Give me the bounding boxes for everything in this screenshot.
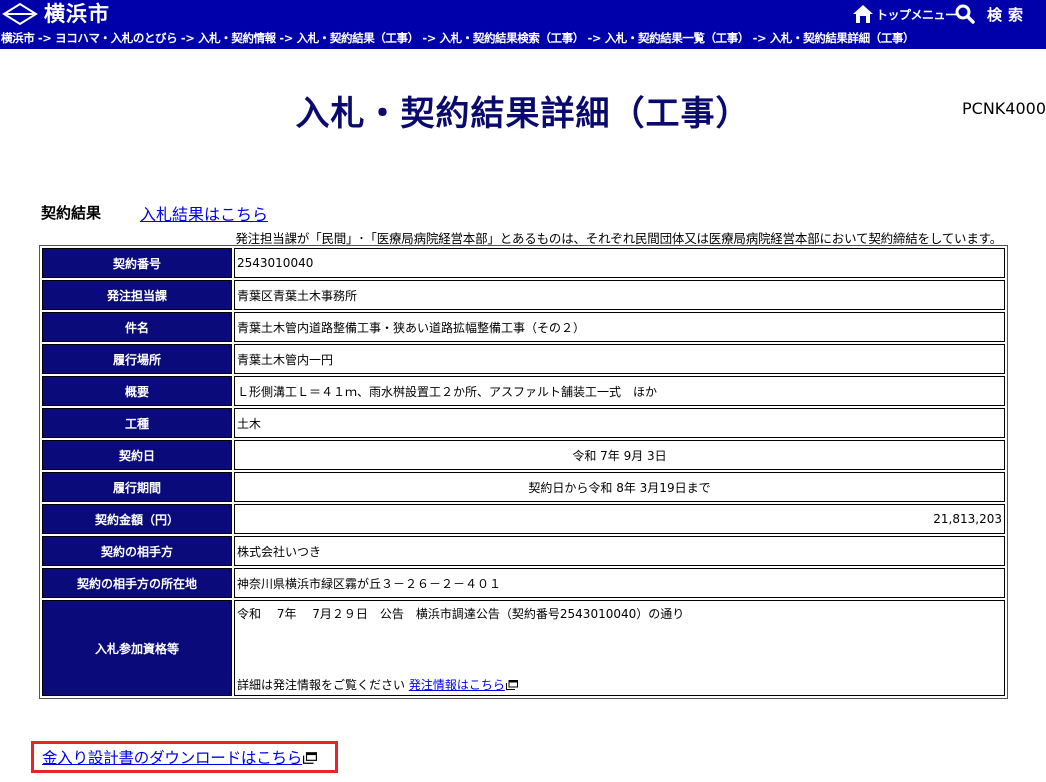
qualification-line: 令和 7年 7月２９日 公告 横浜市調達公告（契約番号2543010040）の通…	[237, 607, 685, 621]
row-label: 契約金額（円）	[42, 504, 232, 534]
breadcrumb-separator: ->	[34, 31, 56, 45]
download-highlight-box: 金入り設計書のダウンロードはこちら	[31, 741, 338, 773]
row-label: 契約番号	[42, 248, 232, 278]
section-heading: 契約結果	[41, 204, 102, 222]
breadcrumb-item-contract-info[interactable]: 入札・契約情報	[198, 31, 276, 45]
location-value: 青葉土木管内一円	[234, 344, 1005, 374]
table-row: 件名 青葉土木管内道路整備工事・狭あい道路拡幅整備工事（その２）	[42, 312, 1005, 342]
table-row: 履行期間 契約日から令和 8年 3月19日まで	[42, 472, 1005, 502]
breadcrumb-item-results[interactable]: 入札・契約結果（工事）	[297, 31, 420, 45]
bid-result-link[interactable]: 入札結果はこちら	[140, 201, 268, 225]
breadcrumb-item-tobira[interactable]: ヨコハマ・入札のとびら	[55, 31, 178, 45]
table-row: 入札参加資格等 令和 7年 7月２９日 公告 横浜市調達公告（契約番号25430…	[42, 600, 1005, 696]
breadcrumb-item-results-list[interactable]: 入札・契約結果一覧（工事）	[605, 31, 750, 45]
breadcrumb-separator: ->	[583, 31, 605, 45]
qualification-detail: 詳細は発注情報をご覧ください 発注情報はこちら	[237, 676, 518, 693]
table-row: 契約金額（円） 21,813,203	[42, 504, 1005, 534]
search-link[interactable]: 検索	[955, 0, 1029, 28]
row-label: 発注担当課	[42, 280, 232, 310]
contract-number-value: 2543010040	[234, 248, 1005, 278]
subject-value: 青葉土木管内道路整備工事・狭あい道路拡幅整備工事（その２）	[234, 312, 1005, 342]
ordering-department-value: 青葉区青葉土木事務所	[234, 280, 1005, 310]
row-label: 工種	[42, 408, 232, 438]
yokohama-logo-icon[interactable]	[2, 2, 38, 26]
breadcrumb-separator: ->	[418, 31, 440, 45]
row-label: 件名	[42, 312, 232, 342]
external-window-icon	[303, 752, 318, 764]
search-icon	[955, 4, 975, 24]
contract-amount-value: 21,813,203	[234, 504, 1005, 534]
contractor-value: 株式会社いつき	[234, 536, 1005, 566]
table-row: 履行場所 青葉土木管内一円	[42, 344, 1005, 374]
table-row: 契約番号 2543010040	[42, 248, 1005, 278]
row-label: 契約の相手方	[42, 536, 232, 566]
priced-design-download-link[interactable]: 金入り設計書のダウンロードはこちら	[42, 746, 318, 768]
home-icon	[853, 5, 873, 23]
download-link-label: 金入り設計書のダウンロードはこちら	[42, 749, 303, 767]
page-title: 入札・契約結果詳細（工事）	[295, 94, 751, 134]
work-type-value: 土木	[234, 408, 1005, 438]
table-row: 契約の相手方 株式会社いつき	[42, 536, 1005, 566]
qualification-value: 令和 7年 7月２９日 公告 横浜市調達公告（契約番号2543010040）の通…	[234, 600, 1005, 696]
top-header-bar: 横浜市 トップメニュー 検索	[0, 0, 1046, 28]
row-label: 入札参加資格等	[42, 600, 232, 696]
row-label: 履行場所	[42, 344, 232, 374]
top-menu-label: トップメニュー	[876, 7, 957, 22]
breadcrumb-separator: ->	[177, 31, 199, 45]
page-code: PCNK4000	[962, 99, 1046, 118]
table-row: 発注担当課 青葉区青葉土木事務所	[42, 280, 1005, 310]
breadcrumb-item-results-search[interactable]: 入札・契約結果検索（工事）	[440, 31, 585, 45]
breadcrumb-separator: ->	[749, 31, 770, 45]
row-label: 契約日	[42, 440, 232, 470]
external-window-icon	[505, 680, 518, 690]
contract-date-value: 令和 7年 9月 3日	[234, 440, 1005, 470]
search-label: 検索	[987, 5, 1030, 24]
performance-period-value: 契約日から令和 8年 3月19日まで	[234, 472, 1005, 502]
table-row: 契約の相手方の所在地 神奈川県横浜市緑区霧が丘３－２６－２－４０１	[42, 568, 1005, 598]
table-row: 工種 土木	[42, 408, 1005, 438]
breadcrumb-item-yokohama[interactable]: 横浜市	[1, 31, 35, 45]
row-label: 契約の相手方の所在地	[42, 568, 232, 598]
table-row: 契約日 令和 7年 9月 3日	[42, 440, 1005, 470]
order-info-link-label: 発注情報はこちら	[408, 678, 505, 692]
contract-result-table: 契約番号 2543010040 発注担当課 青葉区青葉土木事務所 件名 青葉土木…	[39, 245, 1008, 699]
table-row: 概要 Ｌ形側溝工Ｌ＝４１ｍ、雨水桝設置工２か所、アスファルト舗装工一式 ほか	[42, 376, 1005, 406]
contractor-address-value: 神奈川県横浜市緑区霧が丘３－２６－２－４０１	[234, 568, 1005, 598]
summary-value: Ｌ形側溝工Ｌ＝４１ｍ、雨水桝設置工２か所、アスファルト舗装工一式 ほか	[234, 376, 1005, 406]
breadcrumb: 横浜市 -> ヨコハマ・入札のとびら -> 入札・契約情報 -> 入札・契約結果…	[0, 28, 1046, 49]
breadcrumb-item-current: 入札・契約結果詳細（工事）	[769, 31, 915, 45]
order-info-link[interactable]: 発注情報はこちら	[409, 678, 518, 692]
qualification-detail-text: 詳細は発注情報をご覧ください	[237, 678, 409, 692]
top-menu-link[interactable]: トップメニュー	[852, 0, 957, 28]
breadcrumb-separator: ->	[275, 31, 297, 45]
row-label: 履行期間	[42, 472, 232, 502]
site-name[interactable]: 横浜市	[44, 0, 110, 28]
row-label: 概要	[42, 376, 232, 406]
